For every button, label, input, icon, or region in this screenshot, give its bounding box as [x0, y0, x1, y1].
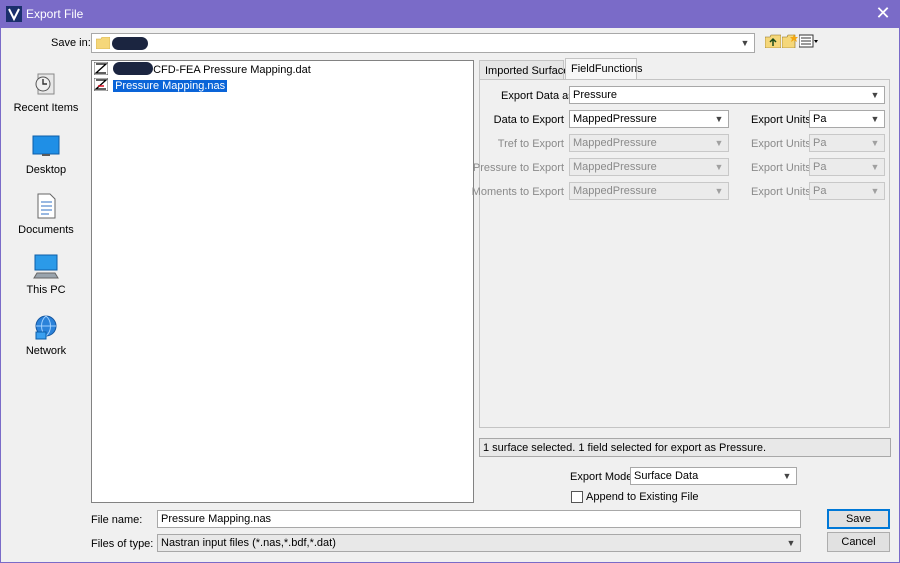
- close-icon[interactable]: ✕: [866, 0, 900, 28]
- data-to-export-value: MappedPressure: [573, 113, 657, 125]
- redacted-file-prefix: [113, 62, 154, 75]
- place-label: This PC: [26, 284, 66, 296]
- this-pc-icon: [33, 254, 59, 279]
- file-name: CFD-FEA Pressure Mapping.dat: [153, 64, 311, 76]
- file-name-field[interactable]: Pressure Mapping.nas: [157, 510, 801, 528]
- export-units-select: Pa ▼: [809, 134, 885, 152]
- files-of-type-label: Files of type:: [91, 538, 154, 550]
- desktop-icon: [32, 135, 60, 156]
- moments-to-export-select: MappedPressure ▼: [569, 182, 729, 200]
- chevron-down-icon: ▼: [870, 114, 880, 124]
- file-name-label: File name:: [91, 514, 143, 526]
- pressure-to-export-select: MappedPressure ▼: [569, 158, 729, 176]
- app-icon: [6, 6, 22, 22]
- save-in-combo[interactable]: ▼: [91, 33, 755, 53]
- file-list[interactable]: CFD-FEA Pressure Mapping.dat Pressure Ma…: [91, 60, 474, 503]
- export-file-dialog: Save in: ▼ Recent Items Desktop Document…: [0, 28, 900, 563]
- place-this-pc[interactable]: This PC: [7, 252, 85, 296]
- pressure-to-export-value: MappedPressure: [573, 161, 657, 173]
- chevron-down-icon: ▼: [714, 162, 724, 172]
- tab-label: FieldFunctions: [571, 63, 643, 75]
- chevron-down-icon: ▼: [786, 538, 796, 548]
- moments-to-export-value: MappedPressure: [573, 185, 657, 197]
- data-to-export-select[interactable]: MappedPressure ▼: [569, 110, 729, 128]
- save-in-label: Save in:: [51, 37, 91, 49]
- places-bar: Recent Items Desktop Documents This PC N…: [7, 58, 85, 398]
- list-item-selected[interactable]: Pressure Mapping.nas: [94, 78, 228, 93]
- export-units-select: Pa ▼: [809, 158, 885, 176]
- window-title: Export File: [26, 7, 84, 21]
- fieldfunctions-panel: Export Data as Pressure ▼ Data to Export…: [472, 79, 890, 428]
- up-one-level-icon[interactable]: [765, 34, 781, 48]
- export-units-value: Pa: [813, 113, 827, 125]
- chevron-down-icon: ▼: [782, 471, 792, 481]
- moments-to-export-label: Moments to Export: [471, 186, 564, 198]
- selection-status: 1 surface selected. 1 field selected for…: [479, 438, 891, 457]
- place-recent-items[interactable]: Recent Items: [7, 70, 85, 114]
- export-units-label: Export Units: [751, 162, 811, 174]
- export-units-value: Pa: [813, 137, 827, 149]
- place-label: Documents: [18, 224, 74, 236]
- tref-to-export-select: MappedPressure ▼: [569, 134, 729, 152]
- export-data-as-value: Pressure: [573, 89, 618, 101]
- tab-label: Imported Surfaces: [485, 65, 575, 77]
- network-icon: [35, 315, 57, 340]
- chevron-down-icon: ▼: [714, 114, 724, 124]
- files-of-type-value: Nastran input files (*.nas,*.bdf,*.dat): [161, 537, 336, 549]
- list-item[interactable]: CFD-FEA Pressure Mapping.dat: [94, 62, 311, 77]
- chevron-down-icon: ▼: [740, 38, 750, 48]
- title-bar: Export File ✕: [0, 0, 900, 28]
- chevron-down-icon: ▼: [714, 138, 724, 148]
- export-units-label: Export Units: [751, 186, 811, 198]
- tref-to-export-label: Tref to Export: [497, 138, 564, 150]
- export-units-label: Export Units: [751, 138, 811, 150]
- tref-to-export-value: MappedPressure: [573, 137, 657, 149]
- save-button-label: Save: [845, 513, 872, 525]
- export-data-as-label: Export Data as: [501, 90, 574, 102]
- new-folder-icon[interactable]: [782, 34, 798, 48]
- export-data-as-select[interactable]: Pressure ▼: [569, 86, 885, 104]
- place-label: Desktop: [25, 164, 67, 176]
- chevron-down-icon: ▼: [714, 186, 724, 196]
- export-units-label: Export Units: [751, 114, 811, 126]
- documents-icon: [37, 193, 56, 219]
- append-label: Append to Existing File: [586, 491, 699, 503]
- place-label: Recent Items: [13, 102, 79, 114]
- place-documents[interactable]: Documents: [7, 192, 85, 236]
- chevron-down-icon: ▼: [870, 186, 880, 196]
- place-desktop[interactable]: Desktop: [7, 132, 85, 176]
- append-checkbox[interactable]: [571, 491, 583, 503]
- export-units-select[interactable]: Pa ▼: [809, 110, 885, 128]
- cancel-button[interactable]: Cancel: [827, 532, 890, 552]
- view-menu-icon[interactable]: [799, 34, 819, 48]
- file-type-icon: [94, 78, 108, 91]
- tab-imported-surfaces[interactable]: Imported Surfaces: [479, 60, 575, 80]
- redacted-folder-name: [112, 37, 148, 50]
- save-button[interactable]: Save: [827, 509, 890, 529]
- export-units-select: Pa ▼: [809, 182, 885, 200]
- place-network[interactable]: Network: [7, 313, 85, 357]
- chevron-down-icon: ▼: [870, 90, 880, 100]
- export-units-value: Pa: [813, 185, 827, 197]
- place-label: Network: [25, 345, 67, 357]
- recent-items-icon: [35, 73, 55, 95]
- pressure-to-export-label: Pressure to Export: [472, 162, 564, 174]
- chevron-down-icon: ▼: [870, 138, 880, 148]
- cancel-button-label: Cancel: [841, 536, 876, 548]
- file-type-icon: [94, 62, 108, 75]
- file-name: Pressure Mapping.nas: [113, 80, 228, 92]
- files-of-type-select[interactable]: Nastran input files (*.nas,*.bdf,*.dat) …: [157, 534, 801, 552]
- export-mode-label: Export Mode: [570, 471, 633, 483]
- status-text: 1 surface selected. 1 field selected for…: [483, 442, 767, 454]
- tab-fieldfunctions[interactable]: FieldFunctions: [565, 58, 643, 80]
- folder-icon: [96, 37, 110, 49]
- data-to-export-label: Data to Export: [493, 114, 564, 126]
- export-mode-select[interactable]: Surface Data ▼: [630, 467, 797, 485]
- export-units-value: Pa: [813, 161, 827, 173]
- file-name-value: Pressure Mapping.nas: [161, 513, 272, 525]
- export-mode-value: Surface Data: [634, 470, 699, 482]
- chevron-down-icon: ▼: [870, 162, 880, 172]
